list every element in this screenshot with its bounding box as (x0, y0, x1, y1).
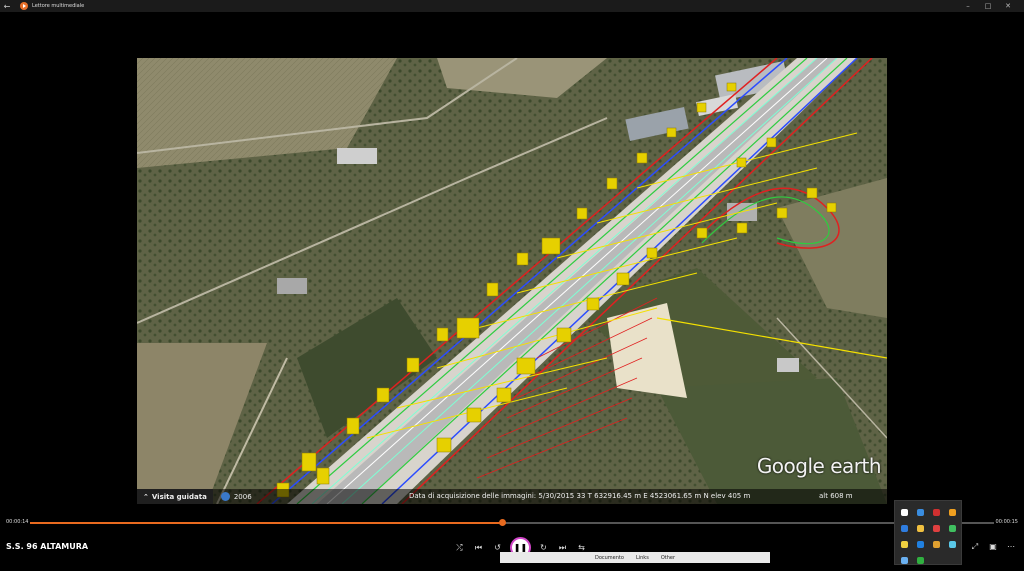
shuffle-icon[interactable]: ⤮ (450, 538, 469, 557)
altitude-readout: alt 608 m (819, 492, 853, 500)
tray-app-icon[interactable] (896, 504, 912, 520)
more-options-icon[interactable]: ⋯ (1002, 537, 1020, 556)
taskbar-tab-other[interactable]: Other (661, 555, 675, 561)
clock-icon (220, 492, 230, 501)
imagery-info: Data di acquisizione delle immagini: 5/3… (409, 492, 751, 500)
google-earth-logo: Google earth (756, 454, 882, 478)
google-earth-status-bar: ⌃ Visita guidata 2006 Data di acquisizio… (137, 489, 887, 504)
taskbar-tabs: Documento Links Other (500, 552, 770, 563)
tray-app-icon[interactable] (928, 504, 944, 520)
previous-icon[interactable]: ⏮ (469, 538, 488, 557)
current-time: 00:00:14 (6, 519, 29, 525)
video-frame[interactable]: Google earth ⌃ Visita guidata 2006 Data … (137, 58, 887, 504)
year-label: 2006 (233, 492, 252, 501)
tour-label: Visita guidata (151, 492, 207, 501)
maximize-button[interactable]: □ (978, 0, 998, 12)
aerial-map-image (137, 58, 887, 504)
tray-app-icon[interactable] (928, 536, 944, 552)
system-tray-popup (894, 500, 962, 565)
tray-app-icon[interactable] (944, 504, 960, 520)
seek-bar-fill (30, 522, 503, 524)
close-button[interactable]: ✕ (998, 0, 1018, 12)
chevron-up-icon: ⌃ (143, 492, 149, 501)
tray-app-icon[interactable] (944, 520, 960, 536)
media-player-icon (20, 2, 28, 10)
tray-app-icon[interactable] (912, 520, 928, 536)
tray-app-icon[interactable] (928, 520, 944, 536)
tray-app-icon[interactable] (896, 536, 912, 552)
media-title: S.S. 96 ALTAMURA (6, 542, 89, 551)
progress-row: 00:00:14 00:00:15 (0, 514, 1024, 532)
window-controls: – □ ✕ (958, 0, 1018, 12)
tray-app-icon[interactable] (912, 536, 928, 552)
title-bar: ← Lettore multimediale – □ ✕ (0, 0, 1024, 12)
seek-bar[interactable] (30, 519, 994, 526)
pause-icon: ❚❚ (513, 543, 528, 552)
total-time: 00:00:15 (995, 519, 1018, 525)
tray-app-icon[interactable] (912, 552, 928, 568)
mini-view-icon[interactable]: ▣ (984, 537, 1002, 556)
window-title: Lettore multimediale (32, 3, 85, 9)
minimize-button[interactable]: – (958, 0, 978, 12)
taskbar-tab-documento[interactable]: Documento (595, 555, 624, 561)
tour-button[interactable]: ⌃ Visita guidata (137, 489, 213, 504)
tray-app-icon[interactable] (912, 504, 928, 520)
tray-app-icon[interactable] (944, 536, 960, 552)
fullscreen-icon[interactable]: ⤢ (966, 537, 984, 556)
tray-app-icon[interactable] (896, 552, 912, 568)
historical-imagery-year[interactable]: 2006 (220, 492, 252, 501)
tray-app-icon[interactable] (896, 520, 912, 536)
taskbar-tab-links[interactable]: Links (636, 555, 649, 561)
back-arrow-icon[interactable]: ← (0, 0, 14, 12)
seek-thumb[interactable] (499, 519, 507, 526)
